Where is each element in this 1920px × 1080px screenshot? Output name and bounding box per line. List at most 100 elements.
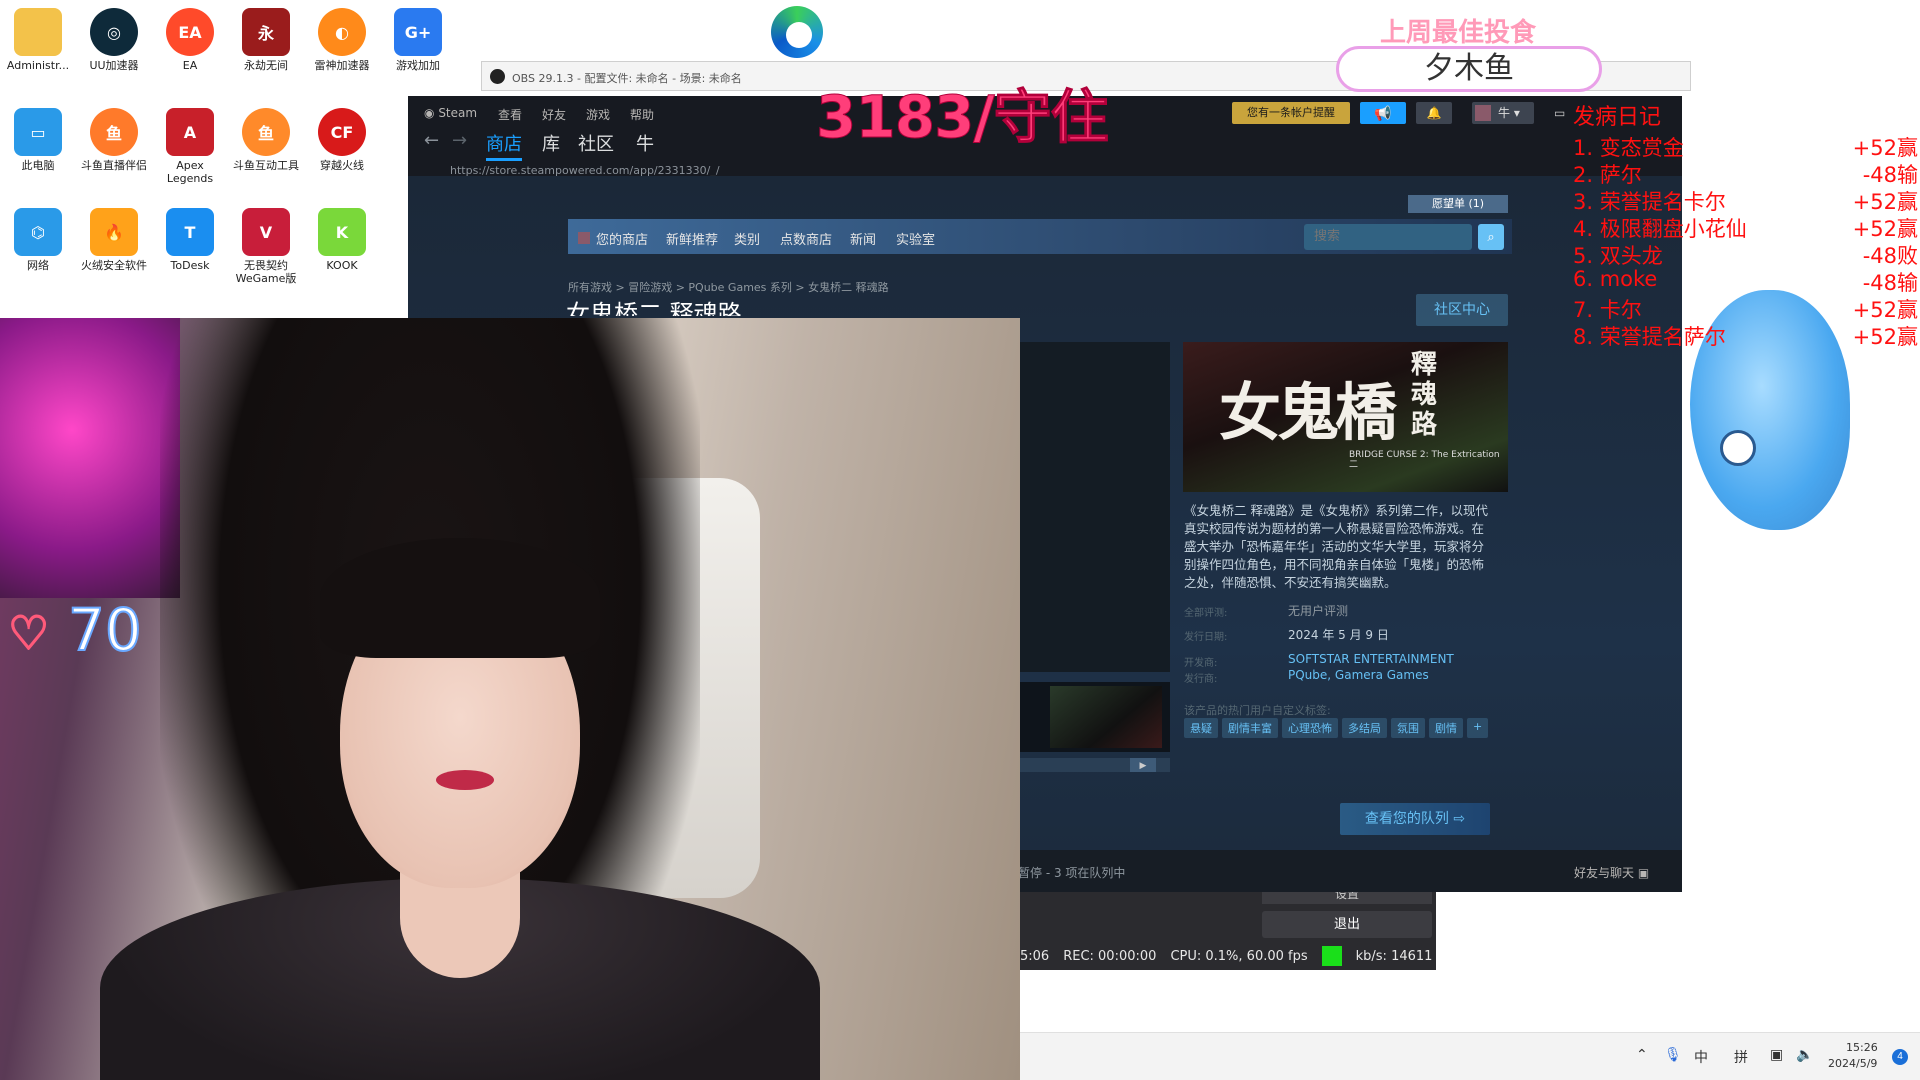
desktop-icon-douyu-companion[interactable]: 鱼 斗鱼直播伴侣 — [76, 108, 152, 172]
download-status[interactable]: 暂停 - 3 项在队列中 — [1018, 864, 1125, 881]
store-nav-categories[interactable]: 类别 — [734, 229, 760, 248]
webcam-feed — [0, 318, 1020, 1080]
desktop-icon-valorant[interactable]: V 无畏契约 WeGame版 — [228, 208, 304, 285]
folder-icon — [14, 8, 62, 56]
bell-icon[interactable]: 🔔 — [1416, 102, 1452, 124]
game-capsule-image: 女鬼橋 釋魂路 BRIDGE CURSE 2: The Extrication … — [1183, 342, 1508, 492]
diary-row: 2. 萨尔 -48输 — [1573, 163, 1918, 187]
monitor-icon[interactable]: ▭ — [1554, 106, 1565, 120]
tag[interactable]: 氛围 — [1391, 718, 1425, 738]
reviews-label: 全部评测: — [1184, 608, 1228, 619]
taskbar-tray: ⌃ 🎙 中 拼 ▣ 🔈 15:26 2024/5/9 4 — [1020, 1032, 1920, 1080]
steam-menu-help[interactable]: 帮助 — [630, 106, 654, 123]
desktop-icon-leishen[interactable]: ◐ 雷神加速器 — [304, 8, 380, 72]
view-queue-button[interactable]: 查看您的队列 ⇨ — [1340, 803, 1490, 835]
search-input[interactable] — [1304, 224, 1444, 249]
tab-user[interactable]: 牛 — [636, 130, 654, 156]
notification-badge[interactable]: 4 — [1892, 1049, 1908, 1065]
store-avatar-icon — [578, 232, 590, 244]
desktop-icon-network[interactable]: ⌬ 网络 — [0, 208, 76, 272]
user-menu-button[interactable]: 牛 ▾ — [1472, 102, 1534, 124]
tag[interactable]: 剧情丰富 — [1222, 718, 1278, 738]
breadcrumb[interactable]: 所有游戏 > 冒险游戏 > PQube Games 系列 > 女鬼桥二 释魂路 — [568, 279, 889, 295]
broadcast-icon[interactable]: 📢 — [1360, 102, 1406, 124]
capsule-title: 女鬼橋 — [1219, 376, 1397, 449]
ime-mode[interactable]: 拼 — [1734, 1047, 1748, 1067]
tag[interactable]: 多结局 — [1342, 718, 1387, 738]
uu-icon: ◎ — [90, 8, 138, 56]
community-hub-button[interactable]: 社区中心 — [1416, 294, 1508, 326]
desktop-icon-administrator[interactable]: Administr... — [0, 8, 76, 72]
obs-kbps-status: kb/s: 14611 — [1355, 948, 1433, 964]
steam-menu-games[interactable]: 游戏 — [586, 106, 610, 123]
tag[interactable]: 剧情 — [1429, 718, 1463, 738]
desktop-icon-apex[interactable]: A Apex Legends — [152, 108, 228, 185]
obs-logo-icon — [490, 69, 505, 84]
capsule-subtitle: 釋魂路 — [1411, 350, 1438, 440]
store-nav-news[interactable]: 新闻 — [850, 229, 876, 248]
clock-date[interactable]: 2024/5/9 — [1828, 1057, 1877, 1070]
chevron-up-icon[interactable]: ⌃ — [1636, 1047, 1648, 1063]
store-nav-new[interactable]: 新鲜推荐 — [666, 229, 718, 248]
tags-label: 该产品的热门用户自定义标签: — [1184, 704, 1331, 717]
diary-row: 5. 双头龙 -48败 — [1573, 244, 1918, 268]
tag[interactable]: 悬疑 — [1184, 718, 1218, 738]
desktop-icon-this-pc[interactable]: ▭ 此电脑 — [0, 108, 76, 172]
steam-menu-friends[interactable]: 好友 — [542, 106, 566, 123]
tab-library[interactable]: 库 — [542, 130, 560, 156]
ea-icon: EA — [166, 8, 214, 56]
heart-rate-value: 70 — [67, 595, 143, 665]
todesk-icon: T — [166, 208, 214, 256]
clock-time[interactable]: 15:26 — [1846, 1041, 1878, 1054]
desktop-icon-douyu-tools[interactable]: 鱼 斗鱼互动工具 — [228, 108, 304, 172]
wishlist-button[interactable]: 愿望单 (1) — [1408, 195, 1508, 213]
diary-row: 6. moke -48输 — [1573, 267, 1918, 295]
speaker-icon[interactable]: 🔈 — [1796, 1047, 1813, 1063]
desktop-icon-uu[interactable]: ◎ UU加速器 — [76, 8, 152, 72]
desktop-icon-todesk[interactable]: T ToDesk — [152, 208, 228, 272]
desktop-icon-youxijiajia[interactable]: G+ 游戏加加 — [380, 8, 456, 72]
friends-chat-button[interactable]: 好友与聊天 ▣ — [1574, 864, 1649, 881]
obs-status-time: 5:06 — [1020, 948, 1050, 964]
search-icon[interactable]: ⌕ — [1478, 224, 1504, 250]
developer-link[interactable]: SOFTSTAR ENTERTAINMENT — [1288, 652, 1454, 666]
match-diary: 发病日记 1. 变态赏金 +52赢 2. 萨尔 -48输 3. 荣誉提名卡尔 +52赢… — [1573, 104, 1918, 349]
store-nav-labs[interactable]: 实验室 — [896, 229, 935, 248]
heart-icon: ♡ — [7, 606, 50, 660]
microphone-icon[interactable]: 🎙 — [1664, 1047, 1682, 1063]
forward-arrow-icon[interactable]: → — [452, 130, 467, 151]
store-search[interactable] — [1304, 224, 1472, 250]
desktop-icon-cf[interactable]: CF 穿越火线 — [304, 108, 380, 172]
network-icon: ⌬ — [14, 208, 62, 256]
douyu-icon: 鱼 — [90, 108, 138, 156]
store-nav-points-shop[interactable]: 点数商店 — [780, 229, 832, 248]
store-nav-your-store[interactable]: 您的商店 — [578, 229, 648, 248]
release-value: 2024 年 5 月 9 日 — [1288, 628, 1389, 642]
obs-exit-button[interactable]: 退出 — [1262, 911, 1432, 938]
desktop-icon-kook[interactable]: K KOOK — [304, 208, 380, 272]
account-alert-button[interactable]: 您有一条帐户提醒 — [1232, 102, 1350, 124]
tab-community[interactable]: 社区 — [578, 130, 614, 156]
kook-icon: K — [318, 208, 366, 256]
obs-rec-status: REC: 00:00:00 — [1063, 948, 1157, 964]
publisher-link[interactable]: PQube, Gamera Games — [1288, 668, 1429, 682]
ime-language[interactable]: 中 — [1694, 1047, 1708, 1067]
tag-more-button[interactable]: + — [1467, 718, 1489, 738]
network-icon[interactable]: ▣ — [1770, 1047, 1783, 1063]
obs-stream-indicator — [1321, 946, 1342, 966]
capsule-english-title: BRIDGE CURSE 2: The Extrication 二 — [1349, 450, 1500, 470]
user-menu-label: 牛 — [1498, 106, 1511, 120]
tab-store[interactable]: 商店 — [486, 130, 522, 161]
steam-logo-icon: ◉ — [424, 106, 435, 120]
developer-label: 开发商: — [1184, 658, 1218, 669]
back-arrow-icon[interactable]: ← — [424, 130, 439, 151]
scroll-right-icon[interactable]: ▶ — [1130, 758, 1156, 772]
desktop-icon-naraka[interactable]: 永 永劫无间 — [228, 8, 304, 72]
desktop-icon-ea[interactable]: EA EA — [152, 8, 228, 72]
tag[interactable]: 心理恐怖 — [1282, 718, 1338, 738]
steam-menu-view[interactable]: 查看 — [498, 106, 522, 123]
desktop-icon-huorong[interactable]: 🔥 火绒安全软件 — [76, 208, 152, 272]
steam-menu-steam[interactable]: ◉ Steam — [424, 106, 477, 120]
media-thumbnail[interactable] — [1050, 686, 1162, 748]
obs-window-title: OBS 29.1.3 - 配置文件: 未命名 - 场景: 未命名 — [512, 72, 742, 85]
